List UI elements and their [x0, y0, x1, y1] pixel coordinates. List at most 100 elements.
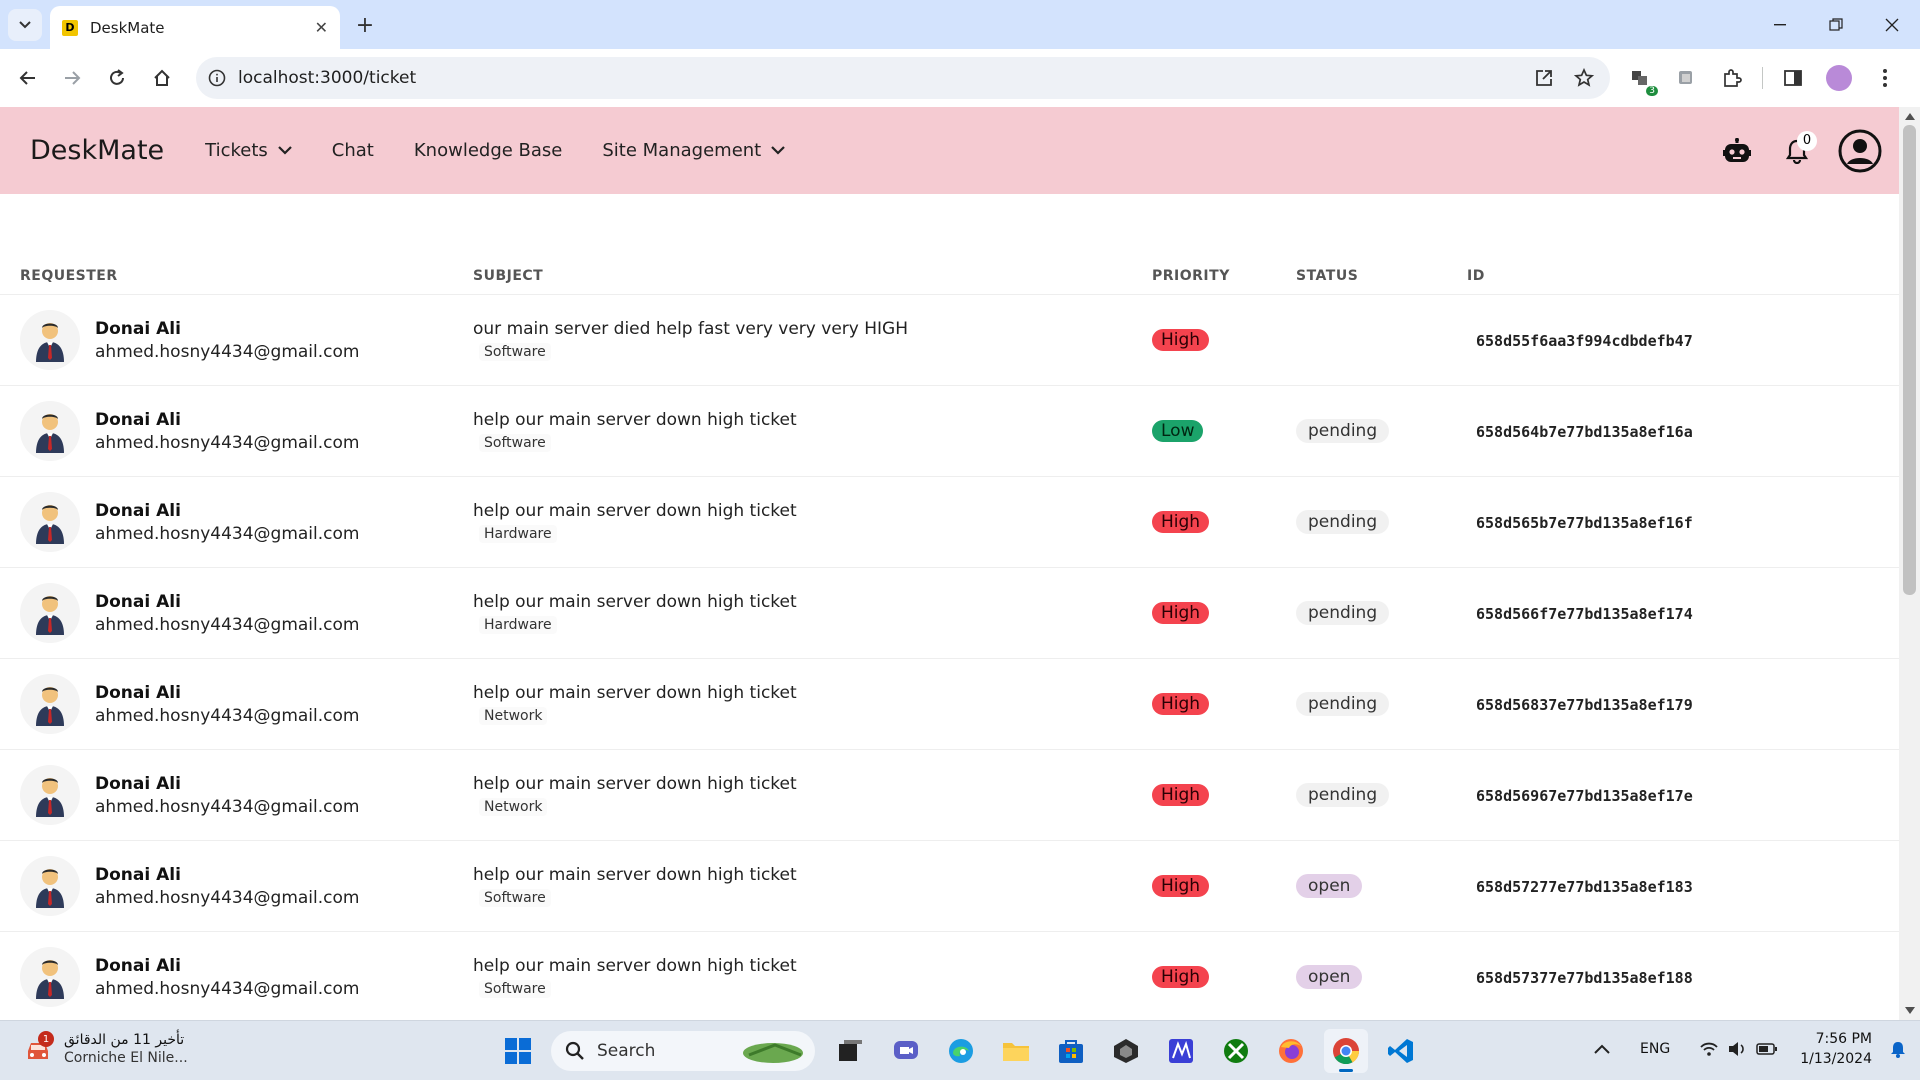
scrollbar-thumb[interactable]: [1903, 125, 1916, 595]
avatar: [20, 492, 80, 552]
weather-widget[interactable]: 1 تأخير 11 من الدقائق Corniche El Nile..…: [22, 1031, 188, 1067]
back-arrow-icon: [19, 71, 35, 85]
requester-cell: Donai Ali ahmed.hosny4434@gmail.com: [0, 295, 473, 386]
avatar: [20, 310, 80, 370]
math-app-icon[interactable]: [1159, 1029, 1203, 1073]
priority-cell: Low: [1152, 386, 1296, 477]
minimize-button[interactable]: [1752, 0, 1808, 49]
address-bar[interactable]: localhost:3000/ticket: [196, 57, 1610, 99]
forward-button[interactable]: [56, 62, 88, 94]
priority-badge: High: [1152, 602, 1210, 624]
windows-start-icon[interactable]: [496, 1029, 540, 1073]
requester-email: ahmed.hosny4434@gmail.com: [95, 432, 360, 453]
browser-menu-icon[interactable]: [1869, 62, 1901, 94]
table-row[interactable]: Donai Ali ahmed.hosny4434@gmail.com help…: [0, 750, 1899, 841]
xbox-icon[interactable]: [1214, 1029, 1258, 1073]
priority-cell: High: [1152, 295, 1296, 386]
tickets-table: REQUESTER SUBJECT PRIORITY STATUS ID Don…: [0, 194, 1899, 1020]
ticket-subject: help our main server down high ticket: [473, 683, 797, 703]
open-in-app-icon[interactable]: [1528, 62, 1560, 94]
tab-search-button[interactable]: [8, 9, 42, 41]
avatar: [20, 947, 80, 1007]
weather-alert-badge: 1: [38, 1031, 54, 1047]
status-cell: open: [1296, 932, 1466, 1021]
system-clock[interactable]: 7:56 PM 1/13/2024: [1800, 1029, 1872, 1069]
table-row[interactable]: Donai Ali ahmed.hosny4434@gmail.com our …: [0, 295, 1899, 386]
nav-knowledge-base[interactable]: Knowledge Base: [414, 140, 563, 161]
user-account-icon[interactable]: [1837, 128, 1883, 174]
ticket-subject: help our main server down high ticket: [473, 410, 797, 430]
requester-name: Donai Ali: [95, 318, 181, 339]
notification-bell-icon[interactable]: [1890, 1040, 1906, 1058]
subject-cell: help our main server down high ticket Ne…: [473, 659, 1152, 750]
requester-email: ahmed.hosny4434@gmail.com: [95, 887, 360, 908]
ticket-id: 658d56967e77bd135a8ef17e: [1476, 786, 1693, 805]
file-explorer-icon[interactable]: [994, 1029, 1038, 1073]
firefox-icon[interactable]: [1269, 1029, 1313, 1073]
priority-badge: High: [1152, 693, 1210, 715]
brand-logo-text[interactable]: DeskMate: [30, 135, 164, 166]
search-highlight-icon: [743, 1043, 803, 1063]
page-scrollbar[interactable]: [1899, 107, 1920, 1020]
table-row[interactable]: Donai Ali ahmed.hosny4434@gmail.com help…: [0, 932, 1899, 1021]
input-language-indicator[interactable]: ENG: [1640, 1041, 1670, 1057]
vscode-icon[interactable]: [1379, 1029, 1423, 1073]
subject-cell: help our main server down high ticket Ha…: [473, 477, 1152, 568]
teams-chat-icon[interactable]: [884, 1029, 928, 1073]
scroll-down-arrow-icon[interactable]: [1905, 1007, 1915, 1014]
notifications-button[interactable]: 0: [1777, 130, 1817, 171]
edge-browser-icon[interactable]: [939, 1029, 983, 1073]
table-row[interactable]: Donai Ali ahmed.hosny4434@gmail.com help…: [0, 841, 1899, 932]
home-button[interactable]: [146, 62, 178, 94]
requester-name: Donai Ali: [95, 955, 181, 976]
task-view-icon[interactable]: [829, 1029, 873, 1073]
restore-button[interactable]: [1808, 0, 1864, 49]
priority-badge: High: [1152, 511, 1210, 533]
extension-icon[interactable]: 3: [1624, 62, 1658, 96]
unity-app-icon[interactable]: [1104, 1029, 1148, 1073]
requester-cell: Donai Ali ahmed.hosny4434@gmail.com: [0, 386, 473, 477]
ticket-subject: help our main server down high ticket: [473, 592, 797, 612]
priority-badge: High: [1152, 875, 1210, 897]
table-row[interactable]: Donai Ali ahmed.hosny4434@gmail.com help…: [0, 659, 1899, 750]
nav-chat[interactable]: Chat: [332, 140, 374, 161]
browser-tab-active[interactable]: D DeskMate ✕: [50, 6, 340, 49]
reload-icon: [110, 69, 124, 85]
tab-close-icon[interactable]: ✕: [315, 18, 328, 37]
microsoft-store-icon[interactable]: [1049, 1029, 1093, 1073]
id-cell: 658d564b7e77bd135a8ef16a: [1466, 386, 1899, 477]
profile-avatar-icon[interactable]: [1823, 62, 1855, 94]
requester-name: Donai Ali: [95, 773, 181, 794]
requester-cell: Donai Ali ahmed.hosny4434@gmail.com: [0, 568, 473, 659]
nav-tickets[interactable]: Tickets: [205, 140, 292, 161]
table-row[interactable]: Donai Ali ahmed.hosny4434@gmail.com help…: [0, 568, 1899, 659]
back-button[interactable]: [12, 62, 44, 94]
taskbar-search-box[interactable]: Search: [551, 1031, 815, 1071]
priority-cell: High: [1152, 477, 1296, 568]
battery-icon[interactable]: [1756, 1043, 1778, 1055]
category-tag: Hardware: [479, 616, 557, 634]
extension-icon[interactable]: [1670, 62, 1702, 94]
new-tab-button[interactable]: +: [352, 12, 378, 38]
nav-site-management[interactable]: Site Management: [602, 140, 786, 161]
extensions-puzzle-icon[interactable]: [1716, 62, 1748, 94]
volume-icon[interactable]: [1728, 1041, 1746, 1057]
scroll-up-arrow-icon[interactable]: [1905, 113, 1915, 120]
toolbar-divider: [1762, 67, 1763, 89]
show-hidden-icons-chevron-icon[interactable]: [1594, 1044, 1610, 1054]
chatbot-robot-icon[interactable]: [1717, 131, 1757, 171]
table-row[interactable]: Donai Ali ahmed.hosny4434@gmail.com help…: [0, 386, 1899, 477]
requester-email: ahmed.hosny4434@gmail.com: [95, 614, 360, 635]
table-row[interactable]: Donai Ali ahmed.hosny4434@gmail.com help…: [0, 477, 1899, 568]
chrome-icon[interactable]: [1324, 1029, 1368, 1073]
wifi-icon[interactable]: [1700, 1042, 1718, 1056]
close-window-button[interactable]: [1864, 0, 1920, 49]
reload-button[interactable]: [101, 62, 133, 94]
requester-cell: Donai Ali ahmed.hosny4434@gmail.com: [0, 841, 473, 932]
ticket-subject: help our main server down high ticket: [473, 774, 797, 794]
bookmark-star-icon[interactable]: [1568, 62, 1600, 94]
taskbar-search-placeholder: Search: [597, 1041, 656, 1061]
side-panel-icon[interactable]: [1777, 62, 1809, 94]
priority-badge: Low: [1152, 420, 1204, 442]
id-cell: 658d56967e77bd135a8ef17e: [1466, 750, 1899, 841]
